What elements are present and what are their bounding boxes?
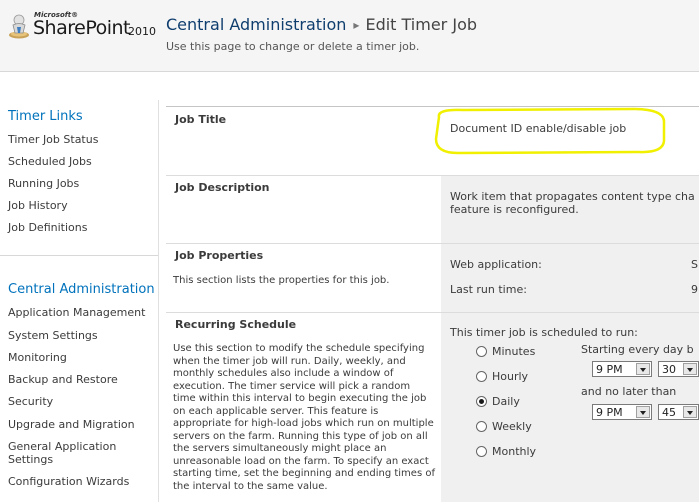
nav-heading-central-administration[interactable]: Central Administration	[8, 282, 155, 297]
job-properties-help: This section lists the properties for th…	[173, 275, 390, 286]
nav-item-configuration-wizards[interactable]: Configuration Wizards	[8, 475, 129, 488]
sharepoint-logo-icon[interactable]	[8, 13, 30, 39]
web-application-label: Web application:	[450, 258, 542, 271]
nav-item-timer-job-status[interactable]: Timer Job Status	[8, 133, 98, 146]
nav-item-upgrade-and-migration[interactable]: Upgrade and Migration	[8, 418, 135, 431]
job-properties-label: Job Properties	[175, 249, 264, 262]
nav-item-application-management[interactable]: Application Management	[8, 306, 145, 319]
section-divider	[166, 243, 699, 244]
nav-item-general-application-settings[interactable]: General Application Settings	[8, 440, 143, 466]
nav-heading-timer-links[interactable]: Timer Links	[8, 109, 83, 124]
end-hour-value: 9 PM	[596, 406, 623, 419]
nav-item-job-history[interactable]: Job History	[8, 199, 68, 212]
start-hour-select[interactable]: 9 PM	[592, 361, 652, 377]
nav-item-backup-and-restore[interactable]: Backup and Restore	[8, 373, 118, 386]
last-run-time-label: Last run time:	[450, 283, 527, 296]
breadcrumb-separator-icon: ▸	[353, 18, 360, 32]
left-navigation: Timer Links Timer Job Status Scheduled J…	[0, 100, 158, 502]
start-minute-select[interactable]: 30	[658, 361, 699, 377]
recurring-schedule-label: Recurring Schedule	[175, 318, 297, 331]
radio-label-weekly[interactable]: Weekly	[492, 420, 532, 433]
radio-label-monthly[interactable]: Monthly	[492, 445, 536, 458]
radio-daily[interactable]	[476, 396, 487, 407]
schedule-intro: This timer job is scheduled to run:	[450, 326, 638, 339]
logo-year-text: 2010	[128, 25, 156, 38]
end-hour-select[interactable]: 9 PM	[592, 404, 652, 420]
end-minute-select[interactable]: 45	[658, 404, 699, 420]
logo-product-text: SharePoint	[33, 17, 131, 39]
chevron-down-icon[interactable]	[683, 363, 697, 375]
form-top-border	[166, 106, 699, 107]
breadcrumb: Central Administration ▸ Edit Timer Job	[166, 15, 477, 34]
start-hour-value: 9 PM	[596, 363, 623, 376]
radio-hourly[interactable]	[476, 371, 487, 382]
radio-label-minutes[interactable]: Minutes	[492, 345, 535, 358]
nav-item-scheduled-jobs[interactable]: Scheduled Jobs	[8, 155, 92, 168]
radio-minutes[interactable]	[476, 346, 487, 357]
recurring-schedule-help: Use this section to modify the schedule …	[173, 343, 435, 492]
radio-weekly[interactable]	[476, 421, 487, 432]
job-description-value-line2: feature is reconfigured.	[450, 203, 579, 216]
chevron-down-icon[interactable]	[683, 406, 697, 418]
no-later-than-label: and no later than	[581, 385, 677, 398]
web-application-value: S	[691, 258, 698, 271]
starting-every-day-label: Starting every day b	[581, 343, 694, 356]
job-title-label: Job Title	[175, 113, 227, 126]
radio-monthly[interactable]	[476, 446, 487, 457]
job-description-value-line1: Work item that propagates content type c…	[450, 190, 695, 203]
end-minute-value: 45	[662, 406, 676, 419]
chevron-down-icon[interactable]	[636, 406, 650, 418]
nav-item-running-jobs[interactable]: Running Jobs	[8, 177, 79, 190]
page-description: Use this page to change or delete a time…	[166, 40, 420, 53]
job-title-value: Document ID enable/disable job	[450, 122, 627, 135]
page-header: Microsoft® SharePoint 2010 Central Admin…	[0, 0, 699, 72]
last-run-time-value: 9	[691, 283, 698, 296]
nav-item-security[interactable]: Security	[8, 395, 53, 408]
breadcrumb-current: Edit Timer Job	[365, 15, 478, 34]
section-divider	[166, 175, 699, 176]
section-divider	[166, 312, 699, 313]
start-minute-value: 30	[662, 363, 676, 376]
chevron-down-icon[interactable]	[636, 363, 650, 375]
nav-divider-vertical	[158, 100, 159, 502]
job-description-label: Job Description	[175, 181, 270, 194]
radio-label-daily[interactable]: Daily	[492, 395, 520, 408]
breadcrumb-root-link[interactable]: Central Administration	[166, 15, 346, 34]
radio-label-hourly[interactable]: Hourly	[492, 370, 528, 383]
nav-item-job-definitions[interactable]: Job Definitions	[8, 221, 87, 234]
nav-item-system-settings[interactable]: System Settings	[8, 329, 98, 342]
nav-section-divider	[0, 255, 158, 256]
nav-item-monitoring[interactable]: Monitoring	[8, 351, 67, 364]
